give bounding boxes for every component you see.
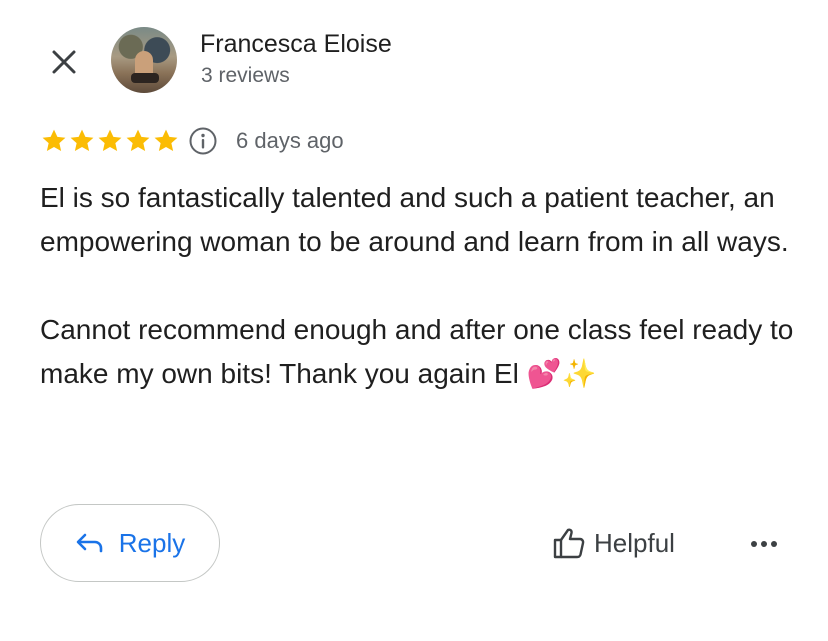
reply-arrow-icon: [76, 533, 103, 553]
star-icon: [154, 129, 178, 152]
info-icon[interactable]: [188, 126, 218, 156]
close-icon: [52, 50, 76, 74]
star-icon: [98, 129, 122, 152]
review-card: Francesca Eloise 3 reviews 6 days ago El…: [0, 0, 828, 641]
star-rating: [40, 127, 180, 155]
author-name[interactable]: Francesca Eloise: [200, 30, 392, 59]
helpful-label: Helpful: [594, 527, 675, 558]
reply-button[interactable]: Reply: [40, 504, 220, 582]
more-options-button[interactable]: [744, 524, 784, 564]
close-button[interactable]: [44, 42, 84, 82]
more-horizontal-icon: [751, 541, 777, 547]
rating-row: 6 days ago: [40, 124, 344, 158]
review-text: El is so fantastically talented and such…: [40, 182, 794, 389]
helpful-button[interactable]: Helpful: [552, 520, 675, 566]
star-icon: [126, 129, 150, 152]
star-icon: [70, 129, 94, 152]
reply-label: Reply: [118, 527, 186, 558]
star-icon: [42, 129, 66, 152]
thumbs-up-icon: [553, 528, 585, 559]
review-date: 6 days ago: [236, 128, 344, 153]
avatar[interactable]: [111, 27, 177, 93]
author-review-count: 3 reviews: [201, 64, 290, 87]
